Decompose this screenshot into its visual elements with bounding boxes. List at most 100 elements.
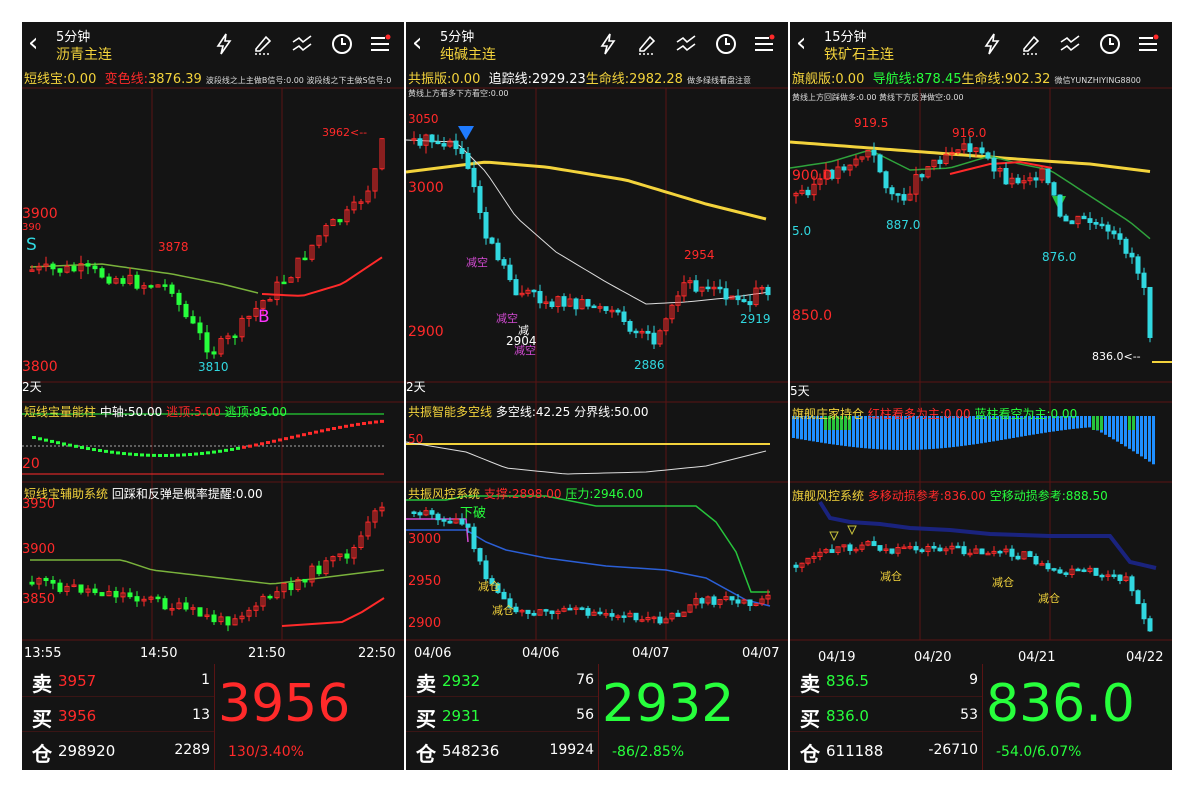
- candle: [573, 298, 579, 310]
- energy-bar: [224, 448, 228, 452]
- kline-chart[interactable]: [22, 22, 404, 664]
- energy-bar: [212, 450, 216, 454]
- candle: [633, 330, 639, 334]
- candle: [585, 299, 591, 307]
- chart-panel-soda: ‹ 5分钟 纯碱主连 共振版:0.00 追踪线:2929.23生命线:2982.…: [406, 22, 788, 770]
- sell-label: 卖: [32, 672, 52, 696]
- candle: [417, 512, 423, 516]
- price-tick: 2900: [408, 324, 444, 340]
- sub2-price: 3900: [22, 542, 56, 557]
- energy-bar: [344, 424, 348, 428]
- sell-label: 卖: [416, 672, 436, 696]
- energy-bar: [32, 436, 36, 439]
- low-label: 836.0<--: [1092, 350, 1141, 363]
- candle: [627, 321, 633, 332]
- candle: [302, 257, 308, 261]
- candle: [211, 614, 217, 623]
- energy-bar: [164, 453, 168, 457]
- candle: [711, 596, 717, 605]
- candle: [841, 166, 847, 171]
- buy-price: 836.0: [826, 707, 869, 725]
- position-bar: [1132, 416, 1135, 430]
- candle: [877, 545, 883, 551]
- sell-price: 2932: [442, 672, 481, 690]
- sub1-b: 分界线:50.00: [574, 405, 649, 419]
- candle: [302, 578, 308, 583]
- sell-row[interactable]: 卖 836.5 9: [790, 664, 982, 697]
- energy-bar: [128, 452, 132, 456]
- sub2-annotation: 减仓: [492, 604, 514, 617]
- candle: [477, 548, 483, 562]
- x-tick: 04/06: [414, 646, 452, 661]
- candle: [829, 549, 835, 553]
- buy-signal-marker: B: [258, 307, 270, 327]
- energy-bar: [74, 444, 78, 448]
- sell-volume: 76: [576, 672, 594, 688]
- last-price: 3956: [218, 674, 351, 734]
- sub2-price: 3000: [408, 532, 442, 547]
- candle: [1045, 168, 1051, 184]
- sub1-label: 短线宝量能柱: [24, 405, 97, 419]
- oi-label: 仓: [416, 742, 436, 766]
- sub2-annotation: 减仓: [1038, 592, 1060, 605]
- peak-label: 3962<--: [322, 126, 368, 139]
- sub2-b: 压力:2946.00: [565, 487, 644, 501]
- candle: [603, 306, 609, 311]
- candle: [1045, 563, 1051, 570]
- candle: [525, 609, 531, 614]
- candle: [985, 152, 991, 159]
- sub2-title: 共振风控系统 支撑:2898.00 压力:2946.00: [408, 485, 643, 502]
- candle: [1081, 215, 1087, 220]
- candle: [459, 148, 465, 154]
- chart-panel-iron-ore: ‹ 15分钟 铁矿石主连 旗舰版:0.00 导航线:878.45生命线:902.…: [790, 22, 1172, 770]
- energy-bar: [56, 441, 60, 445]
- buy-price: 3956: [58, 707, 97, 725]
- candle: [50, 263, 56, 270]
- kline-chart[interactable]: [406, 22, 788, 664]
- sub1-b: 蓝柱看空为主:0.00: [974, 407, 1078, 421]
- candle: [609, 613, 615, 617]
- buy-label: 买: [32, 707, 52, 731]
- candle: [507, 264, 513, 281]
- divider: [982, 664, 983, 770]
- stop-line: [818, 500, 1157, 570]
- candle: [85, 263, 91, 267]
- candle: [429, 510, 435, 515]
- candle: [931, 545, 937, 549]
- candle: [937, 547, 943, 552]
- buy-row[interactable]: 买 3956 13: [22, 699, 214, 732]
- sell-row[interactable]: 卖 3957 1: [22, 664, 214, 697]
- candle: [543, 609, 549, 612]
- candle: [1051, 568, 1057, 571]
- buy-row[interactable]: 买 2931 56: [406, 699, 598, 732]
- buy-row[interactable]: 买 836.0 53: [790, 699, 982, 732]
- energy-bar: [380, 419, 384, 423]
- candle: [597, 611, 603, 615]
- energy-bar: [248, 444, 252, 448]
- sub2-price: 3850: [22, 592, 56, 607]
- energy-bar: [146, 453, 150, 457]
- sub2-a: 多移动损参考:836.00: [867, 489, 986, 503]
- sub2-annotation: 减仓: [992, 576, 1014, 589]
- candle: [281, 281, 287, 285]
- sell-volume: 9: [969, 672, 978, 688]
- sell-row[interactable]: 卖 2932 76: [406, 664, 598, 697]
- sub2-price: 2900: [408, 616, 442, 631]
- oi-change: 2289: [174, 742, 210, 758]
- sub2-price: 3950: [22, 497, 56, 512]
- energy-bar: [134, 453, 138, 457]
- kline-chart[interactable]: [790, 22, 1172, 664]
- divider: [598, 664, 599, 770]
- candle: [961, 546, 967, 555]
- price-tick: 3800: [22, 359, 58, 375]
- candle: [477, 186, 483, 214]
- position-bar: [1100, 416, 1103, 430]
- x-tick: 13:55: [24, 646, 62, 661]
- candle: [288, 582, 294, 591]
- quote-panel: 卖 2932 76 买 2931 56 仓 548236 19924 2932 …: [406, 664, 788, 770]
- sub1-title: 共振智能多空线 多空线:42.25 分界线:50.00: [408, 403, 648, 420]
- position-bar: [1144, 416, 1147, 459]
- energy-bar: [182, 453, 186, 457]
- resistance-line: [281, 597, 385, 627]
- energy-bar: [116, 451, 120, 455]
